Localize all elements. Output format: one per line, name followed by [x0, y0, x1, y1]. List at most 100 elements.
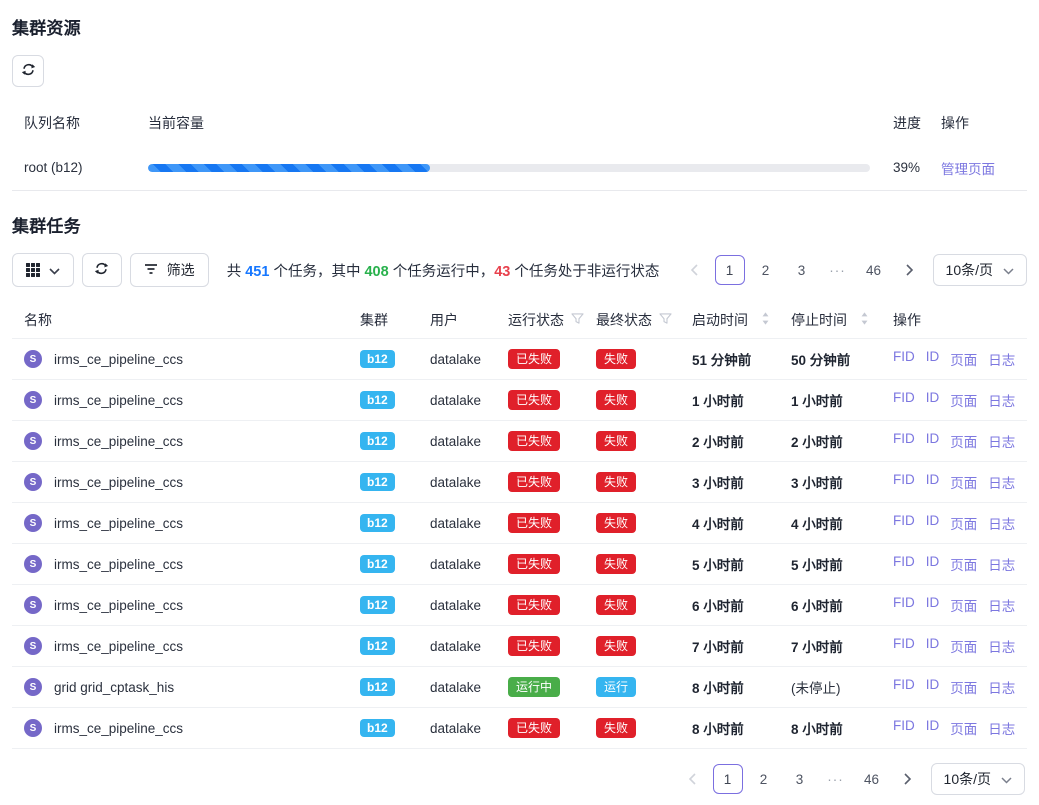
- log-link[interactable]: 日志: [988, 595, 1015, 615]
- run-status-badge: 已失败: [508, 390, 560, 410]
- log-link[interactable]: 日志: [988, 554, 1015, 574]
- cluster-resources-section: 集群资源 队列名称 当前容量 进度 操作 root (b12): [12, 14, 1027, 191]
- start-time: 2 小时前: [692, 435, 744, 450]
- cluster-header: 集群: [360, 310, 388, 330]
- run-status-badge: 已失败: [508, 718, 560, 738]
- stop-time: 7 小时前: [791, 640, 843, 655]
- filter-button[interactable]: 筛选: [130, 253, 209, 287]
- run-status-badge: 已失败: [508, 431, 560, 451]
- page-size-select[interactable]: 10条/页: [931, 763, 1025, 795]
- stop-time: 50 分钟前: [791, 353, 850, 368]
- log-link[interactable]: 日志: [988, 472, 1015, 492]
- queue-name: root (b12): [12, 160, 148, 175]
- page-2-button[interactable]: 2: [751, 255, 781, 285]
- task-name: irms_ce_pipeline_ccs: [54, 393, 183, 408]
- column-layout-button[interactable]: [12, 253, 74, 287]
- stop-time: 6 小时前: [791, 599, 843, 614]
- id-link[interactable]: ID: [926, 513, 940, 533]
- final-status-badge: 失败: [596, 636, 636, 656]
- row-actions: FID ID 页面日志: [887, 431, 1027, 451]
- cluster-badge: b12: [360, 350, 395, 368]
- id-link[interactable]: ID: [926, 390, 940, 410]
- start-time: 4 小时前: [692, 517, 744, 532]
- page-link[interactable]: 页面: [950, 636, 977, 656]
- id-link[interactable]: ID: [926, 718, 940, 738]
- spark-avatar-icon: S: [24, 432, 42, 450]
- final-status-badge: 失败: [596, 349, 636, 369]
- final-status-badge: 失败: [596, 595, 636, 615]
- fid-link[interactable]: FID: [893, 431, 915, 451]
- stop-time: 4 小时前: [791, 517, 843, 532]
- page-link[interactable]: 页面: [950, 431, 977, 451]
- run-status-badge: 已失败: [508, 636, 560, 656]
- page-link[interactable]: 页面: [950, 472, 977, 492]
- id-link[interactable]: ID: [926, 554, 940, 574]
- page-46-button[interactable]: 46: [859, 255, 889, 285]
- filter-funnel-icon[interactable]: [659, 312, 672, 328]
- page-3-button[interactable]: 3: [787, 255, 817, 285]
- spark-avatar-icon: S: [24, 391, 42, 409]
- fid-link[interactable]: FID: [893, 677, 915, 697]
- id-link[interactable]: ID: [926, 595, 940, 615]
- prev-page-button[interactable]: [679, 255, 709, 285]
- cluster-resources-title: 集群资源: [12, 14, 1027, 39]
- task-name: irms_ce_pipeline_ccs: [54, 639, 183, 654]
- page-link[interactable]: 页面: [950, 513, 977, 533]
- fid-link[interactable]: FID: [893, 718, 915, 738]
- id-link[interactable]: ID: [926, 349, 940, 369]
- log-link[interactable]: 日志: [988, 636, 1015, 656]
- manage-page-link[interactable]: 管理页面: [941, 162, 995, 177]
- row-actions: FID ID 页面日志: [887, 390, 1027, 410]
- chevron-down-icon: [1003, 262, 1014, 278]
- id-link[interactable]: ID: [926, 472, 940, 492]
- name-header: 名称: [24, 310, 52, 330]
- top-pagination: 1 2 3 ··· 46: [679, 255, 925, 285]
- page-link[interactable]: 页面: [950, 718, 977, 738]
- page-link[interactable]: 页面: [950, 595, 977, 615]
- final-status-header: 最终状态: [596, 310, 652, 330]
- cluster-badge: b12: [360, 596, 395, 614]
- final-status-badge: 失败: [596, 718, 636, 738]
- page-link[interactable]: 页面: [950, 677, 977, 697]
- log-link[interactable]: 日志: [988, 349, 1015, 369]
- fid-link[interactable]: FID: [893, 554, 915, 574]
- log-link[interactable]: 日志: [988, 431, 1015, 451]
- fid-link[interactable]: FID: [893, 349, 915, 369]
- id-link[interactable]: ID: [926, 431, 940, 451]
- tasks-refresh-button[interactable]: [82, 253, 122, 287]
- sort-icon[interactable]: [761, 312, 770, 328]
- log-link[interactable]: 日志: [988, 677, 1015, 697]
- task-name: irms_ce_pipeline_ccs: [54, 352, 183, 367]
- page-link[interactable]: 页面: [950, 390, 977, 410]
- page-link[interactable]: 页面: [950, 554, 977, 574]
- task-table-row: S irms_ce_pipeline_ccs b12 datalake 已失败 …: [12, 626, 1027, 667]
- id-link[interactable]: ID: [926, 677, 940, 697]
- filter-funnel-icon[interactable]: [571, 312, 584, 328]
- task-user: datalake: [430, 516, 508, 531]
- fid-link[interactable]: FID: [893, 472, 915, 492]
- spark-avatar-icon: S: [24, 678, 42, 696]
- stop-time: 2 小时前: [791, 435, 843, 450]
- id-link[interactable]: ID: [926, 636, 940, 656]
- page-link[interactable]: 页面: [950, 349, 977, 369]
- resources-refresh-button[interactable]: [12, 55, 44, 87]
- log-link[interactable]: 日志: [988, 513, 1015, 533]
- page-size-select[interactable]: 10条/页: [933, 254, 1027, 286]
- next-page-button[interactable]: [895, 255, 925, 285]
- log-link[interactable]: 日志: [988, 718, 1015, 738]
- operation-header: 操作: [893, 310, 921, 330]
- fid-link[interactable]: FID: [893, 595, 915, 615]
- fid-link[interactable]: FID: [893, 636, 915, 656]
- chevron-down-icon: [49, 262, 60, 278]
- chevron-down-icon: [1001, 771, 1012, 787]
- run-status-header: 运行状态: [508, 310, 564, 330]
- log-link[interactable]: 日志: [988, 390, 1015, 410]
- task-table-row: S irms_ce_pipeline_ccs b12 datalake 已失败 …: [12, 585, 1027, 626]
- fid-link[interactable]: FID: [893, 390, 915, 410]
- page-1-button[interactable]: 1: [715, 255, 745, 285]
- cluster-badge: b12: [360, 719, 395, 737]
- task-name: grid grid_cptask_his: [54, 680, 174, 695]
- stop-time: 3 小时前: [791, 476, 843, 491]
- sort-icon[interactable]: [860, 312, 869, 328]
- fid-link[interactable]: FID: [893, 513, 915, 533]
